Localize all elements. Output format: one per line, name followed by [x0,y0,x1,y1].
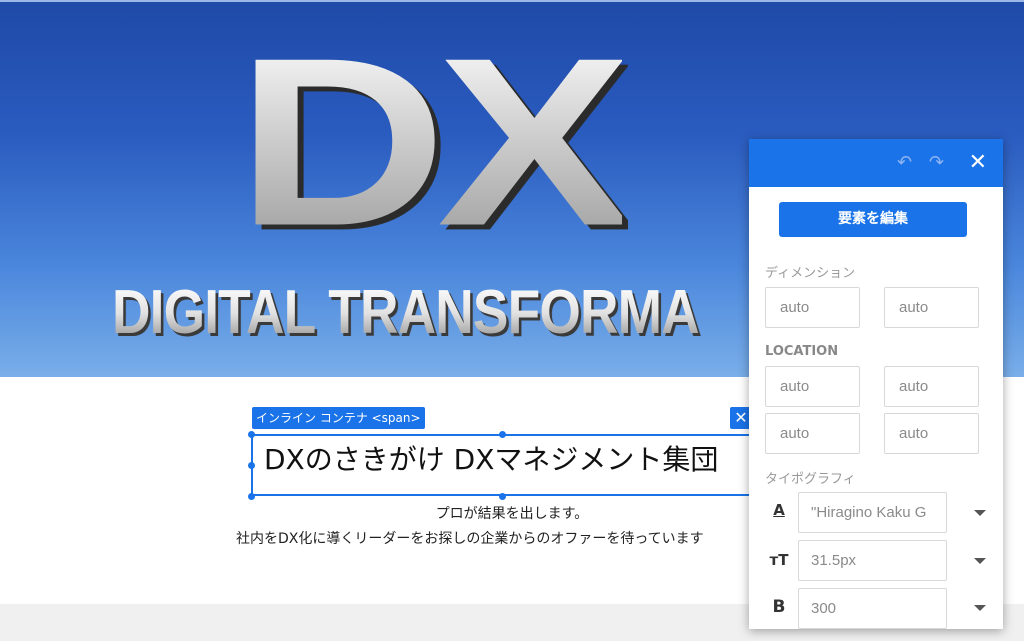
selection-type-label: インライン コンテナ <span> [252,407,425,429]
style-editor-panel: ↶ ↷ ✕ 要素を編集 ディメンション auto auto LOCATION a… [749,139,1003,629]
height-field[interactable]: auto [884,287,979,328]
location-section-title: LOCATION [765,344,839,359]
font-family-icon: A [773,501,785,519]
dimension-section-title: ディメンション [765,266,856,281]
undo-icon[interactable]: ↶ [897,151,912,175]
page: DX DIGITAL TRANSFORMA インライン コンテナ <span> … [0,0,1024,641]
font-weight-select[interactable]: 300 [798,588,947,629]
hero-logo-text: DX [236,8,632,276]
location-left-field[interactable]: auto [884,413,979,454]
location-top-field[interactable]: auto [765,366,860,407]
resize-handle-bottom-left[interactable] [248,493,255,500]
font-family-select[interactable]: "Hiragino Kaku G [798,492,947,533]
hero-subtitle: DIGITAL TRANSFORMA [112,278,700,347]
redo-icon[interactable]: ↷ [929,151,944,175]
width-field[interactable]: auto [765,287,860,328]
location-right-field[interactable]: auto [884,366,979,407]
font-family-dropdown-icon[interactable] [974,510,986,516]
resize-handle-top-left[interactable] [248,431,255,438]
font-weight-icon: B [772,597,786,617]
resize-handle-top-middle[interactable] [499,431,506,438]
panel-header: ↶ ↷ ✕ [749,139,1003,187]
resize-handle-bottom-middle[interactable] [499,493,506,500]
font-weight-dropdown-icon[interactable] [974,605,986,611]
headline-text[interactable]: DXのさきがけ DXマネジメント集団 [264,440,718,480]
resize-handle-middle-left[interactable] [248,462,255,469]
font-size-dropdown-icon[interactable] [974,558,986,564]
location-bottom-field[interactable]: auto [765,413,860,454]
edit-element-button[interactable]: 要素を編集 [779,202,967,237]
font-size-icon: тT [769,551,789,569]
font-size-select[interactable]: 31.5px [798,540,947,581]
typography-section-title: タイポグラフィ [765,472,856,487]
close-icon[interactable]: ✕ [969,149,987,177]
tagline-line-2: 社内をDX化に導くリーダーをお探しの企業からのオファーを待っています [236,531,704,547]
